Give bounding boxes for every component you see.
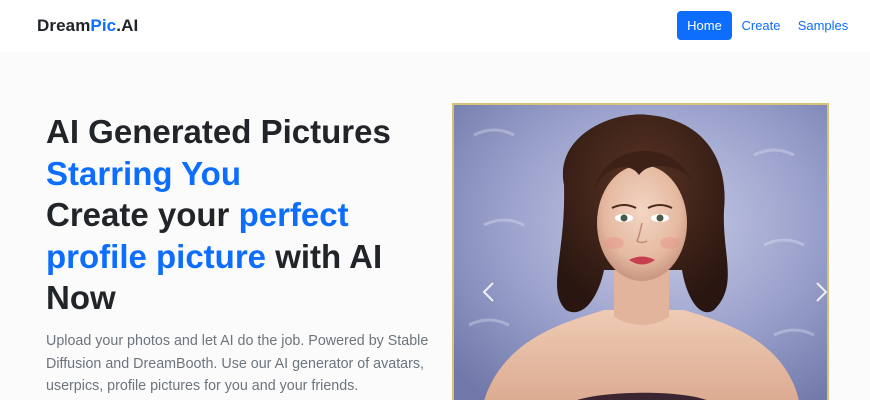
nav-home-button[interactable]: Home [677, 11, 732, 40]
hero-line-1: AI Generated Pictures [46, 113, 391, 150]
hero-description: Upload your photos and let AI do the job… [46, 333, 429, 394]
hero-line-3b: perfect [238, 196, 349, 233]
hero-line-3a: Create your [46, 196, 239, 233]
brand-part-ai: .AI [116, 16, 139, 35]
hero-line-5: Now [46, 279, 116, 316]
hero-heading: AI Generated Pictures Starring You Creat… [46, 111, 436, 319]
brand-part-pic: Pic [90, 16, 117, 35]
portrait-image [454, 105, 827, 400]
brand-logo[interactable]: DreamPic.AI [37, 16, 138, 36]
hero-line-4b: with AI [266, 237, 383, 275]
hero-line-4a: profile picture [46, 237, 267, 275]
chevron-right-icon[interactable] [806, 277, 827, 307]
nav-create-link[interactable]: Create [738, 11, 784, 40]
hero-line-2: Starring You [46, 154, 241, 192]
chevron-left-icon[interactable] [474, 277, 504, 307]
navbar: DreamPic.AI Home Create Samples [0, 0, 870, 52]
sample-carousel[interactable] [452, 103, 829, 400]
brand-part-dream: Dream [37, 16, 91, 35]
nav-samples-link[interactable]: Samples [795, 11, 851, 40]
